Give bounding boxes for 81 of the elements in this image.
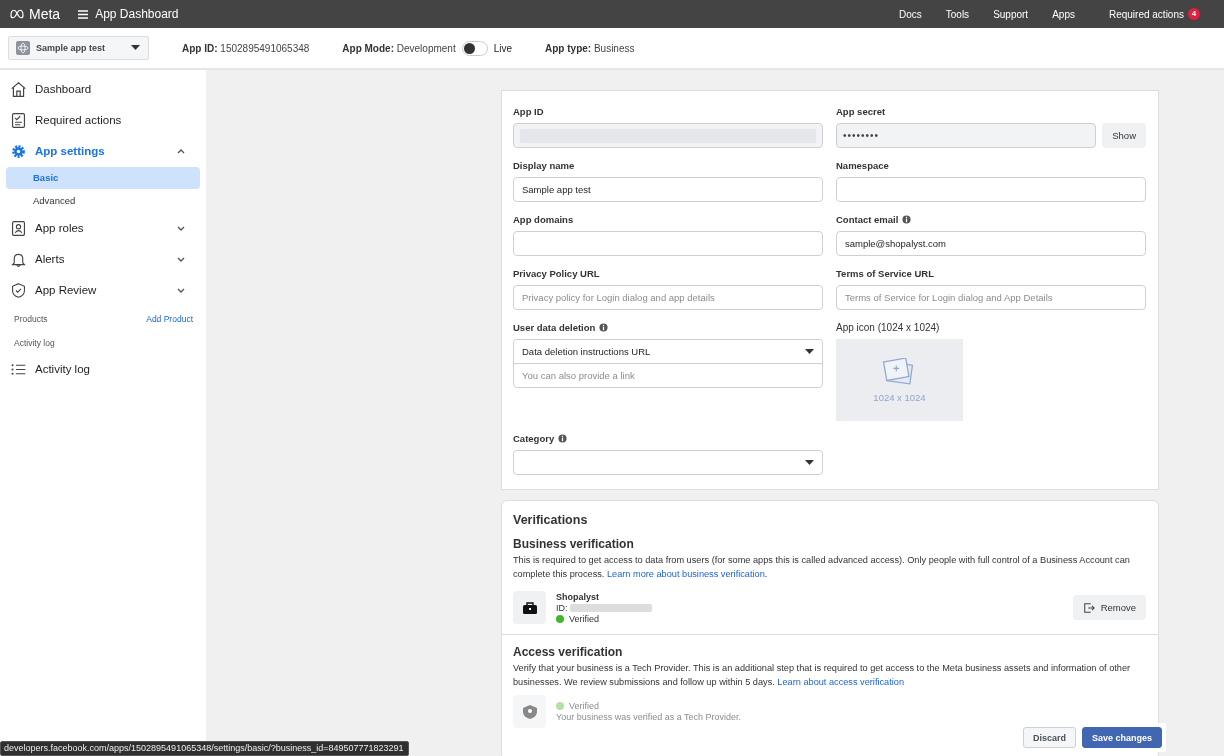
app-selector[interactable]: Sample app test	[8, 36, 149, 60]
status-text: Verified	[569, 701, 600, 711]
nav-link[interactable]: Docs	[886, 8, 934, 20]
infinity-logo-icon	[8, 8, 26, 20]
sidebar-item[interactable]: App settings	[6, 136, 200, 166]
discard-button[interactable]: Discard	[1022, 727, 1076, 748]
section-title: Verifications	[513, 513, 589, 527]
house-icon	[10, 80, 27, 98]
input-field[interactable]: sample@shopalyst.com	[836, 231, 1146, 256]
live-label: Live	[493, 42, 513, 54]
field-label: Contact email	[836, 214, 899, 225]
field-label: Privacy Policy URL	[513, 268, 600, 279]
shield-icon	[521, 703, 538, 720]
show-button[interactable]: Show	[1102, 123, 1146, 148]
save-button[interactable]: Save changes	[1081, 727, 1162, 748]
remove-button[interactable]: Remove	[1072, 595, 1146, 620]
sidebar-item[interactable]: Activity log	[6, 354, 200, 384]
count-badge: 4	[1188, 8, 1200, 20]
image-size-text: 1024 x 1024	[873, 391, 926, 403]
app-icon	[16, 41, 30, 55]
description: This is required to get access to data from users (for some apps this is called advanced access). Only people with full control of a Business Account can complete this process. Learn more about business verification.	[513, 554, 1131, 581]
description: Verify that your business is a Tech Provider. This is an additional step that is required to get access to the Meta business assets and information of other businesses. We review submissions and follow up within 5 days. Learn about access verification	[513, 662, 1132, 689]
sidebar-item[interactable]: Alerts	[6, 244, 200, 274]
info-icon	[902, 215, 912, 224]
app-type-text: App type: Business	[545, 42, 635, 54]
caret-icon	[805, 459, 814, 466]
field-label: Display name	[513, 160, 575, 171]
section-heading: Products	[14, 314, 48, 324]
id-badge-icon	[10, 219, 27, 237]
caret-icon	[805, 348, 814, 355]
field-label: App secret	[836, 106, 886, 117]
field-label: Category	[513, 433, 555, 444]
app-id-text: App ID: 1502895491065348	[182, 42, 310, 54]
status-text: Verified	[569, 613, 600, 624]
menu-icon	[78, 9, 89, 19]
field-label: Terms of Service URL	[836, 268, 935, 279]
app-mode-text: App Mode: Development	[342, 42, 456, 54]
info-icon	[558, 434, 568, 443]
status-note: Your business was verified as a Tech Provider.	[556, 712, 742, 722]
input-field[interactable]: You can also provide a link	[513, 363, 823, 388]
sidebar-item[interactable]: Dashboard	[6, 74, 200, 104]
input-field[interactable]: Sample app test	[513, 177, 823, 202]
input-field[interactable]: Privacy policy for Login dialog and app details	[513, 285, 823, 310]
status-url-tooltip: developers.facebook.com/apps/1502895491065348/settings/basic/?business_id=849507771823291	[0, 741, 409, 756]
input-field[interactable]: ••••••••	[836, 123, 1097, 148]
dropdown[interactable]	[513, 450, 823, 475]
dropdown[interactable]: Data deletion instructions URL	[513, 339, 823, 364]
input-field[interactable]	[513, 123, 823, 148]
nav-link[interactable]: Support	[981, 8, 1041, 20]
section-heading: Business verification	[513, 537, 635, 551]
logo-text: Meta	[29, 6, 61, 22]
app-title: App Dashboard	[95, 7, 179, 21]
input-field[interactable]	[513, 231, 823, 256]
nav-link[interactable]: Apps	[1040, 8, 1087, 20]
business-name: Shopalyst	[556, 591, 600, 602]
checklist-icon	[10, 111, 27, 129]
field-label: User data deletion	[513, 322, 596, 333]
exit-icon	[1082, 601, 1095, 614]
section-heading: Activity log	[14, 338, 55, 348]
field-label: App ID	[513, 106, 544, 117]
sidebar-item[interactable]: Required actions	[6, 105, 200, 135]
info-icon	[599, 323, 609, 332]
input-field[interactable]	[836, 177, 1146, 202]
id-label: ID:	[556, 602, 568, 613]
nav-link[interactable]: Tools	[933, 8, 982, 20]
learn-more-link[interactable]: Learn about access verification	[777, 677, 904, 687]
add-product-link[interactable]: Add Product	[146, 314, 193, 324]
settings-icon	[10, 142, 27, 160]
sidebar-item[interactable]: App roles	[6, 213, 200, 243]
field-label: App domains	[513, 214, 574, 225]
field-label: Namespace	[836, 160, 889, 171]
nav-link[interactable]: Required actions 4	[1096, 8, 1212, 20]
input-field[interactable]: Terms of Service for Login dialog and App Details	[836, 285, 1146, 310]
sidebar-item[interactable]: App Review	[6, 275, 200, 305]
shield-check-icon	[10, 281, 27, 299]
caret-icon	[131, 45, 140, 51]
section-heading: Access verification	[513, 645, 624, 659]
learn-more-link[interactable]: Learn more about business verification	[606, 569, 765, 579]
field-label: App icon (1024 x 1024)	[836, 322, 940, 333]
sidebar-subitem[interactable]: Advanced	[6, 190, 200, 212]
briefcase-icon	[521, 600, 538, 615]
